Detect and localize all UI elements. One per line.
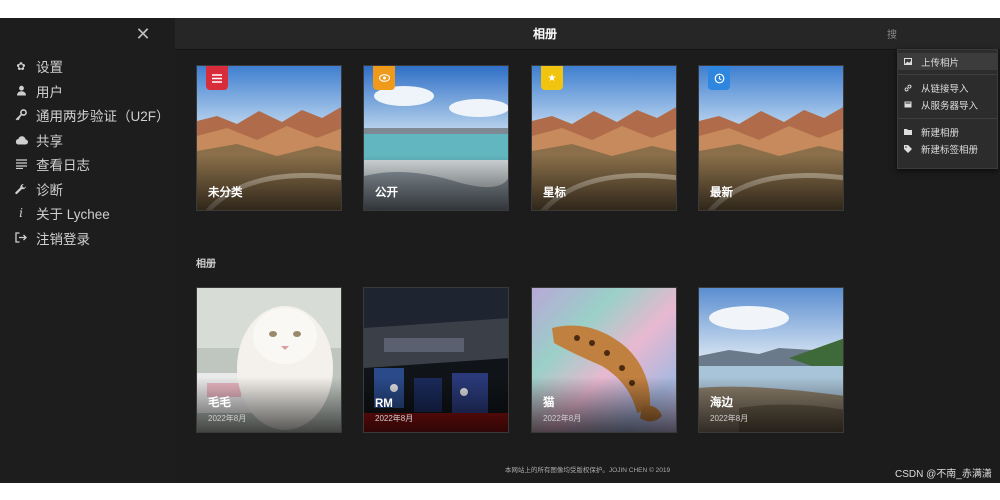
smart-album-unsorted[interactable]: 未分类 <box>196 65 342 211</box>
menu-divider <box>898 118 997 119</box>
album-date: 2022年8月 <box>208 414 247 423</box>
list-icon <box>14 157 28 171</box>
thumbnail-shade <box>364 155 508 210</box>
album-cat[interactable]: 猫 2022年8月 <box>531 287 677 433</box>
upload-photo-menu-item[interactable]: 上传相片 <box>898 53 997 70</box>
gear-icon: ✿ <box>16 60 26 73</box>
import-from-server-menu-item[interactable]: 从服务器导入 <box>898 96 997 113</box>
watermark: CSDN @不南_赤满潇 <box>895 469 992 480</box>
album-date: 2022年8月 <box>543 414 582 423</box>
smart-album-public[interactable]: 公开 <box>363 65 509 211</box>
eye-icon <box>373 66 395 90</box>
sidebar-item-label: 通用两步验证（U2F） <box>36 109 170 125</box>
album-title: 最新 <box>710 187 733 199</box>
sidebar-item-sharing[interactable]: 共享 <box>14 128 170 153</box>
smart-album-starred[interactable]: ★ 星标 <box>531 65 677 211</box>
sidebar-item-label: 查看日志 <box>36 158 90 174</box>
album-rm[interactable]: RM 2022年8月 <box>363 287 509 433</box>
sidebar-item-diagnostics[interactable]: 诊断 <box>14 177 170 202</box>
album-date: 2022年8月 <box>375 414 414 423</box>
thumbnail-shade <box>197 155 341 210</box>
key-icon <box>14 108 28 122</box>
sidebar-item-users[interactable]: 用户 <box>14 79 170 104</box>
album-title: 毛毛 <box>208 397 231 409</box>
sidebar-item-about[interactable]: i 关于 Lychee <box>14 201 170 226</box>
sidebar-item-label: 设置 <box>36 60 63 76</box>
app-window: ✕ ✿ 设置 用户 通用两步验证（U2F） 共享 查看日志 诊断 i 关于 Ly… <box>0 18 1000 483</box>
sidebar-item-settings[interactable]: ✿ 设置 <box>14 54 170 79</box>
album-title: 未分类 <box>208 187 243 199</box>
header: 相册 搜 <box>175 18 1000 50</box>
sidebar-item-label: 共享 <box>36 133 63 149</box>
album-seaside[interactable]: 海边 2022年8月 <box>698 287 844 433</box>
sidebar-menu: ✿ 设置 用户 通用两步验证（U2F） 共享 查看日志 诊断 i 关于 Lych… <box>14 54 170 250</box>
image-icon <box>904 58 912 66</box>
page-title: 相册 <box>532 27 557 41</box>
sidebar: ✕ ✿ 设置 用户 通用两步验证（U2F） 共享 查看日志 诊断 i 关于 Ly… <box>0 18 175 483</box>
menu-item-label: 新建相册 <box>921 127 960 139</box>
album-title: 公开 <box>375 187 398 199</box>
new-tag-album-menu-item[interactable]: 新建标签相册 <box>898 140 997 157</box>
menu-item-label: 从链接导入 <box>921 83 969 95</box>
header-search-hint[interactable]: 搜 <box>887 26 907 42</box>
sidebar-item-label: 用户 <box>36 84 63 100</box>
smart-album-recent[interactable]: 最新 <box>698 65 844 211</box>
close-icon[interactable]: ✕ <box>133 24 153 44</box>
album-title: 星标 <box>543 187 566 199</box>
sidebar-item-u2f[interactable]: 通用两步验证（U2F） <box>14 103 170 128</box>
user-icon <box>14 84 28 98</box>
thumbnail-shade <box>532 155 676 210</box>
folder-icon <box>904 128 912 136</box>
menu-divider <box>898 74 997 75</box>
main-content: 相册 搜 未分类 公开 ★ 星标 最新 相册 毛毛 2022年8月 RM 202… <box>175 18 1000 483</box>
sidebar-item-label: 关于 Lychee <box>36 207 110 223</box>
cloud-icon <box>14 133 28 147</box>
sidebar-item-logs[interactable]: 查看日志 <box>14 152 170 177</box>
sidebar-item-label: 诊断 <box>36 182 63 198</box>
tags-icon <box>904 144 912 153</box>
add-menu-dropdown: 上传相片 从链接导入 从服务器导入 新建相册 新建标签相册 <box>897 49 998 169</box>
album-date: 2022年8月 <box>710 414 749 423</box>
star-icon: ★ <box>541 66 563 90</box>
sign-out-icon <box>14 231 28 245</box>
wrench-icon <box>14 182 28 196</box>
info-icon: i <box>19 206 23 221</box>
new-album-menu-item[interactable]: 新建相册 <box>898 123 997 140</box>
thumbnail-shade <box>699 155 843 210</box>
copyright-footer: 本网站上的所有图像均受版权保护。JOJIN CHEN © 2019 <box>504 467 671 474</box>
clock-icon <box>708 66 730 90</box>
list-icon <box>206 66 228 90</box>
menu-item-label: 上传相片 <box>921 57 960 69</box>
server-icon <box>904 101 912 109</box>
album-title: 猫 <box>543 397 555 409</box>
album-title: RM <box>375 398 393 410</box>
link-icon <box>904 84 912 92</box>
sidebar-item-label: 注销登录 <box>36 231 90 247</box>
sidebar-item-logout[interactable]: 注销登录 <box>14 226 170 251</box>
menu-item-label: 从服务器导入 <box>921 100 979 112</box>
album-title: 海边 <box>710 397 733 409</box>
albums-section-label: 相册 <box>196 259 216 270</box>
album-maomao[interactable]: 毛毛 2022年8月 <box>196 287 342 433</box>
menu-item-label: 新建标签相册 <box>921 144 979 156</box>
import-from-link-menu-item[interactable]: 从链接导入 <box>898 79 997 96</box>
